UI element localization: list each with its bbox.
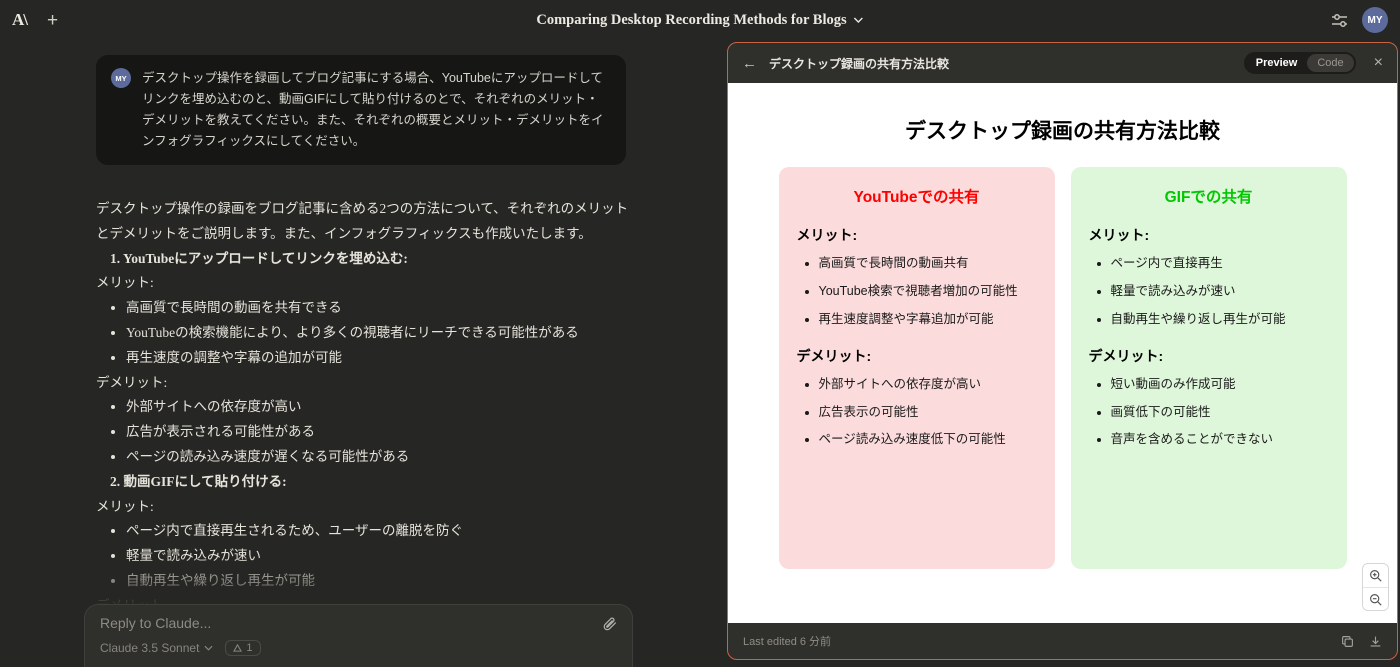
tab-code[interactable]: Code	[1307, 54, 1354, 72]
list-item: YouTubeの検索機能により、より多くの視聴者にリーチできる可能性がある	[126, 321, 638, 346]
close-icon[interactable]: ×	[1374, 54, 1383, 72]
message-composer: Claude 3.5 Sonnet 1	[84, 604, 633, 667]
assistant-intro: デスクトップ操作の録画をブログ記事に含める2つの方法について、それぞれのメリット…	[96, 201, 629, 241]
gif-card: GIFでの共有 メリット: ページ内で直接再生 軽量で読み込みが速い 自動再生や…	[1070, 167, 1347, 569]
conversation-title-text: Comparing Desktop Recording Methods for …	[536, 11, 847, 28]
triangle-icon	[233, 644, 243, 652]
list-item: 短い動画のみ作成可能	[1111, 376, 1329, 393]
user-message: MY デスクトップ操作を録画してブログ記事にする場合、YouTubeにアップロー…	[96, 55, 626, 165]
artifact-panel: ← デスクトップ録画の共有方法比較 Preview Code × デスクトップ録…	[727, 42, 1398, 660]
top-bar: A\ + Comparing Desktop Recording Methods…	[0, 0, 1400, 40]
list-item: 広告表示の可能性	[819, 404, 1037, 421]
zoom-out-button[interactable]	[1363, 587, 1388, 610]
list-item: ページ内で直接再生	[1111, 255, 1329, 272]
youtube-demerit-list: 外部サイトへの依存度が高い 広告表示の可能性 ページ読み込み速度低下の可能性	[797, 376, 1037, 449]
new-chat-button[interactable]: +	[47, 11, 58, 30]
zoom-controls	[1362, 563, 1389, 611]
usage-badge[interactable]: 1	[225, 640, 261, 656]
list-item: 再生速度調整や字幕追加が可能	[819, 311, 1037, 328]
chat-panel: MY デスクトップ操作を録画してブログ記事にする場合、YouTubeにアップロー…	[0, 40, 727, 667]
list-item: 外部サイトへの依存度が高い	[819, 376, 1037, 393]
list-item: 自動再生や繰り返し再生が可能	[1111, 311, 1329, 328]
gif-merit-list: ページ内で直接再生 軽量で読み込みが速い 自動再生や繰り返し再生が可能	[1089, 255, 1329, 328]
model-selector[interactable]: Claude 3.5 Sonnet	[100, 641, 213, 655]
copy-icon[interactable]	[1341, 635, 1354, 648]
list-item: ページの読み込み速度が遅くなる可能性がある	[126, 445, 638, 470]
item1-demerit-list: 外部サイトへの依存度が高い 広告が表示される可能性がある ページの読み込み速度が…	[96, 395, 638, 469]
model-name: Claude 3.5 Sonnet	[100, 641, 200, 655]
attachment-paperclip-icon[interactable]	[602, 616, 617, 631]
list-item: 音声を含めることができない	[1111, 431, 1329, 448]
chevron-down-icon	[204, 645, 213, 651]
settings-sliders-icon[interactable]	[1331, 13, 1348, 28]
artifact-preview-canvas: デスクトップ録画の共有方法比較 YouTubeでの共有 メリット: 高画質で長時…	[728, 83, 1397, 623]
user-message-text: デスクトップ操作を録画してブログ記事にする場合、YouTubeにアップロードして…	[142, 71, 604, 148]
back-arrow-icon[interactable]: ←	[742, 55, 757, 72]
merit-label: メリット:	[1088, 227, 1150, 243]
usage-count: 1	[246, 642, 253, 654]
youtube-merit-list: 高画質で長時間の動画共有 YouTube検索で視聴者増加の可能性 再生速度調整や…	[797, 255, 1037, 328]
download-icon[interactable]	[1369, 635, 1382, 648]
list-item: 広告が表示される可能性がある	[126, 420, 638, 445]
list-item: 軽量で読み込みが速い	[1111, 283, 1329, 300]
assistant-message: デスクトップ操作の録画をブログ記事に含める2つの方法について、それぞれのメリット…	[96, 197, 638, 667]
list-item: ページ読み込み速度低下の可能性	[819, 431, 1037, 448]
artifact-title: デスクトップ録画の共有方法比較	[769, 56, 950, 71]
user-avatar[interactable]: MY	[1362, 7, 1388, 33]
list-item: ページ内で直接再生されるため、ユーザーの離脱を防ぐ	[126, 519, 638, 544]
infographic-heading: デスクトップ録画の共有方法比較	[905, 120, 1220, 143]
artifact-footer: Last edited 6 分前	[728, 623, 1397, 659]
list-item: 軽量で読み込みが速い	[126, 544, 638, 569]
demerit-label: デメリット:	[796, 347, 872, 364]
list-item: YouTube検索で視聴者増加の可能性	[819, 283, 1037, 300]
list-item: 自動再生や繰り返し再生が可能	[126, 569, 638, 594]
list-item: 高画質で長時間の動画を共有できる	[126, 296, 638, 321]
zoom-in-icon	[1370, 570, 1382, 582]
list-item: 再生速度の調整や字幕の追加が可能	[126, 346, 638, 371]
last-edited-label: Last edited 6 分前	[743, 636, 832, 648]
gif-card-title: GIFでの共有	[1164, 189, 1253, 206]
gif-demerit-list: 短い動画のみ作成可能 画質低下の可能性 音声を含めることができない	[1089, 376, 1329, 449]
youtube-card: YouTubeでの共有 メリット: 高画質で長時間の動画共有 YouTube検索…	[778, 167, 1055, 569]
item2-merit-list: ページ内で直接再生されるため、ユーザーの離脱を防ぐ 軽量で読み込みが速い 自動再…	[96, 519, 638, 593]
artifact-header: ← デスクトップ録画の共有方法比較 Preview Code ×	[728, 43, 1397, 83]
item1-merit-list: 高画質で長時間の動画を共有できる YouTubeの検索機能により、より多くの視聴…	[96, 296, 638, 370]
conversation-title[interactable]: Comparing Desktop Recording Methods for …	[536, 0, 864, 40]
zoom-out-icon	[1370, 593, 1382, 606]
claude-logo[interactable]: A\	[12, 10, 28, 30]
reply-input[interactable]	[100, 615, 570, 631]
merit-label: メリット:	[96, 498, 154, 514]
list-item: 画質低下の可能性	[1111, 404, 1329, 421]
preview-code-toggle: Preview Code	[1243, 52, 1356, 74]
assistant-item1-title: 1. YouTubeにアップロードしてリンクを埋め込む:	[110, 250, 408, 266]
youtube-card-title: YouTubeでの共有	[853, 189, 980, 206]
demerit-label: デメリット:	[1088, 347, 1164, 364]
demerit-label: デメリット:	[96, 374, 168, 390]
user-message-avatar: MY	[111, 68, 131, 88]
merit-label: メリット:	[96, 275, 154, 291]
list-item: 外部サイトへの依存度が高い	[126, 395, 638, 420]
zoom-in-button[interactable]	[1363, 564, 1388, 587]
list-item: 高画質で長時間の動画共有	[819, 255, 1037, 272]
merit-label: メリット:	[796, 227, 858, 243]
tab-preview[interactable]: Preview	[1246, 54, 1308, 72]
assistant-item2-title: 2. 動画GIFにして貼り付ける:	[110, 473, 287, 489]
chevron-down-icon	[854, 17, 864, 23]
